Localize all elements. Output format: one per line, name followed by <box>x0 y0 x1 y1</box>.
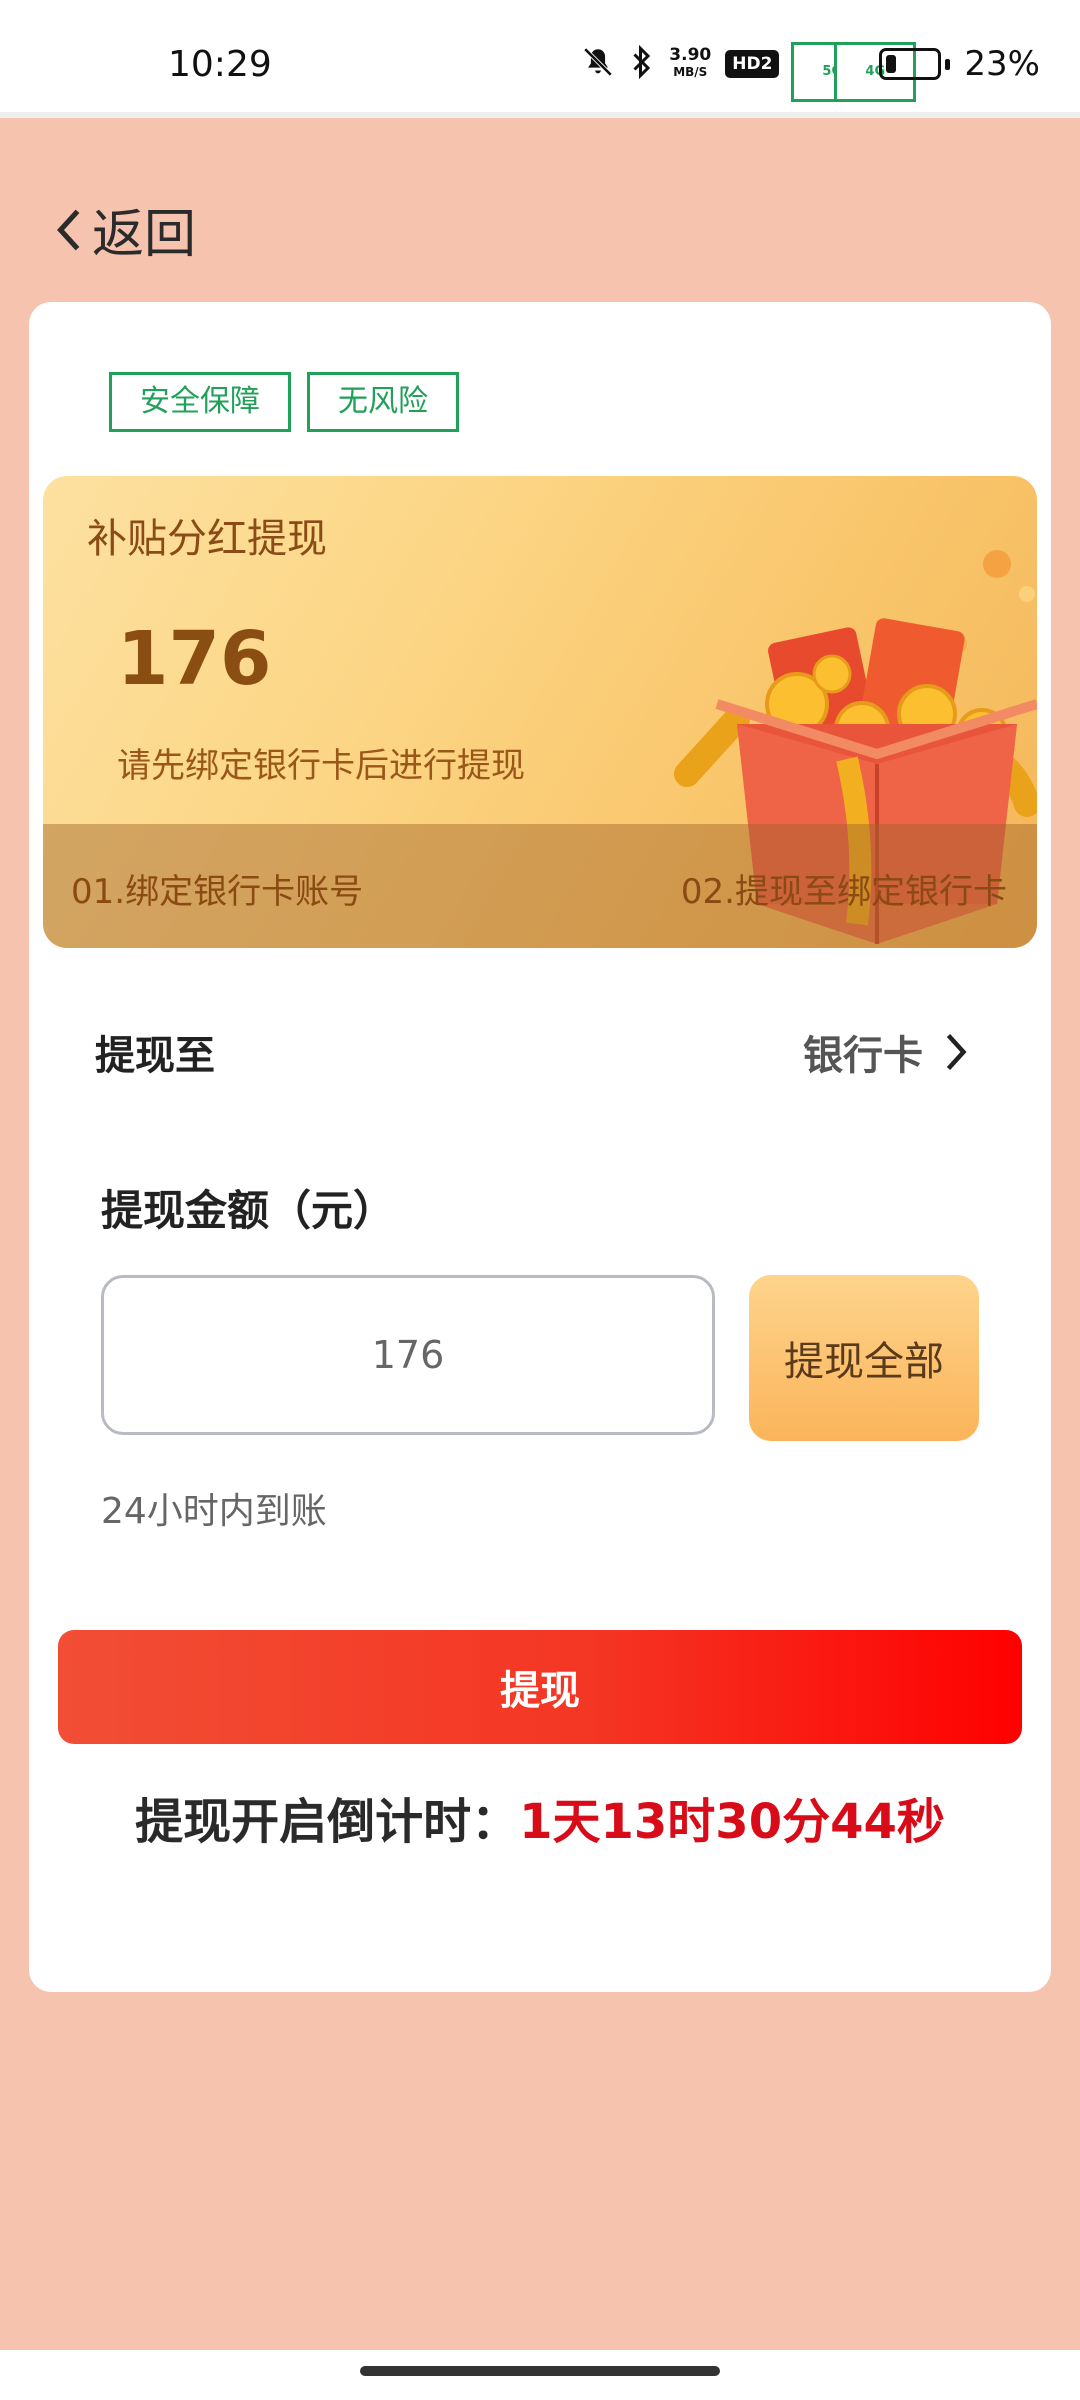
subsidy-banner: 补贴分红提现 176 请先绑定银行卡后进行提现 01.绑定银行卡账号 02.提现… <box>43 476 1037 948</box>
hd-voice-badge: HD2 <box>725 50 780 78</box>
chevron-left-icon <box>57 209 80 250</box>
withdraw-button[interactable]: 提现 <box>58 1630 1022 1744</box>
amount-input[interactable] <box>101 1275 715 1435</box>
banner-amount: 176 <box>117 616 272 702</box>
status-time: 10:29 <box>168 44 272 85</box>
status-bar: 10:29 3.90 MB/S HD2 5G 4G 23% <box>0 0 1080 118</box>
home-indicator[interactable] <box>360 2366 720 2376</box>
back-button[interactable]: 返回 <box>52 192 196 267</box>
network-speed: 3.90 MB/S <box>669 45 712 80</box>
back-label: 返回 <box>92 205 197 265</box>
step-bind-card: 01.绑定银行卡账号 <box>71 872 364 912</box>
arrival-note: 24小时内到账 <box>101 1491 327 1532</box>
signal-5g-icon: 5G <box>791 42 874 102</box>
tag-security: 安全保障 <box>109 372 291 432</box>
withdraw-card: 安全保障 无风险 补贴分红提现 176 请先绑定银行卡后进行提现 01.绑定银行… <box>29 302 1051 1992</box>
chevron-right-icon <box>946 1033 967 1071</box>
countdown-label: 提现开启倒计时： <box>135 1794 520 1850</box>
banner-hint: 请先绑定银行卡后进行提现 <box>117 746 525 786</box>
signal-4g-icon: 4G <box>834 42 917 102</box>
withdraw-to-row[interactable]: 提现至 银行卡 <box>95 1022 971 1082</box>
countdown: 提现开启倒计时：1天13时30分44秒 <box>29 1782 1051 1852</box>
banner-steps: 01.绑定银行卡账号 02.提现至绑定银行卡 <box>43 824 1037 948</box>
status-icons: 3.90 MB/S HD2 5G 4G 23% <box>581 42 1040 102</box>
withdraw-to-value: 银行卡 <box>803 1033 923 1079</box>
amount-label: 提现金额（元） <box>101 1186 396 1235</box>
banner-title: 补贴分红提现 <box>87 516 327 562</box>
withdraw-all-button[interactable]: 提现全部 <box>749 1275 979 1441</box>
countdown-value: 1天13时30分44秒 <box>519 1794 945 1850</box>
safety-tags: 安全保障 无风险 <box>109 372 459 432</box>
step-withdraw-to-card: 02.提现至绑定银行卡 <box>680 872 1007 912</box>
bluetooth-icon <box>629 44 655 84</box>
mute-bell-icon <box>581 45 615 83</box>
withdraw-to-label: 提现至 <box>95 1033 215 1079</box>
battery-icon <box>879 48 951 80</box>
tag-no-risk: 无风险 <box>307 372 459 432</box>
withdraw-to-selector[interactable]: 银行卡 <box>803 1023 971 1081</box>
battery-percent: 23% <box>964 44 1040 84</box>
